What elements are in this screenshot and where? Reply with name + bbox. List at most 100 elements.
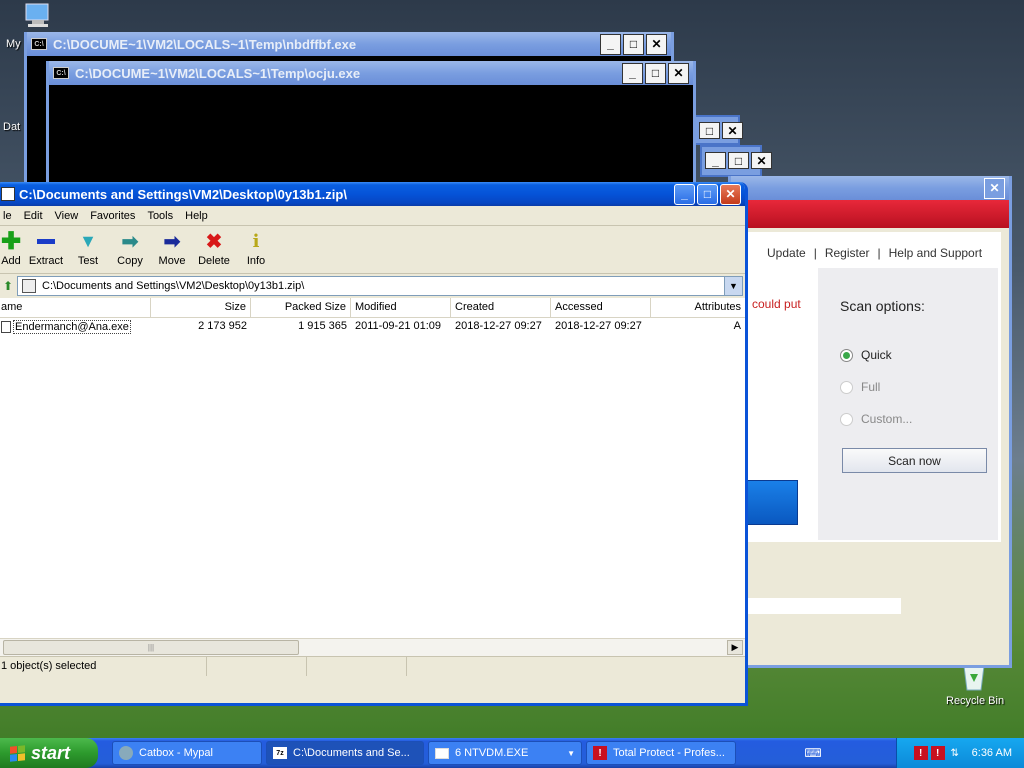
scrollbar-thumb[interactable]: ||| <box>3 640 299 655</box>
help-support-link[interactable]: Help and Support <box>889 246 982 260</box>
col-size[interactable]: Size <box>151 298 251 317</box>
file-icon <box>1 321 11 333</box>
cmd-window-titlebar[interactable]: C:\ C:\DOCUME~1\VM2\LOCALS~1\Temp\ocju.e… <box>49 61 693 85</box>
window-title: C:\DOCUME~1\VM2\LOCALS~1\Temp\nbdffbf.ex… <box>53 36 357 52</box>
cell-modified: 2011-09-21 01:09 <box>355 320 442 332</box>
windows-logo-icon <box>10 744 25 762</box>
av-links: Update | Register | Help and Support <box>767 246 983 260</box>
menu-tools[interactable]: Tools <box>141 210 179 222</box>
register-link[interactable]: Register <box>825 246 870 260</box>
close-icon[interactable]: ✕ <box>668 62 689 84</box>
horizontal-scrollbar[interactable]: ||| ▶ <box>0 638 745 656</box>
extract-button[interactable]: Extract <box>25 230 67 267</box>
dropdown-arrow-icon[interactable]: ▼ <box>724 277 742 295</box>
cmd-window-ocju[interactable]: C:\ C:\DOCUME~1\VM2\LOCALS~1\Temp\ocju.e… <box>46 61 696 191</box>
tray-av-icon-2[interactable]: ! <box>930 746 945 760</box>
task-ntvdm[interactable]: 6 NTVDM.EXE ▼ <box>428 741 582 765</box>
plus-icon: ✚ <box>0 227 22 255</box>
minimize-icon[interactable]: _ <box>674 183 695 205</box>
minimize-icon[interactable]: _ <box>705 152 726 169</box>
tray-network-icon[interactable]: ⇅ <box>948 746 962 760</box>
info-icon: i <box>252 230 260 252</box>
col-created[interactable]: Created <box>451 298 551 317</box>
my-computer-icon[interactable] <box>22 2 54 30</box>
tool-label: Extract <box>28 255 64 267</box>
close-icon[interactable]: ✕ <box>984 177 1005 199</box>
av-app-icon: ! <box>593 746 607 760</box>
cmd-window-titlebar[interactable]: C:\ C:\DOCUME~1\VM2\LOCALS~1\Temp\nbdffb… <box>27 32 671 56</box>
menu-view[interactable]: View <box>49 210 85 222</box>
zip-window[interactable]: C:\Documents and Settings\VM2\Desktop\0y… <box>0 182 748 706</box>
table-row[interactable]: Endermanch@Ana.exe 2 173 952 1 915 365 2… <box>0 318 745 336</box>
task-label: Catbox - Mypal <box>139 747 213 759</box>
window-title: C:\Documents and Settings\VM2\Desktop\0y… <box>19 186 347 202</box>
zip-titlebar[interactable]: C:\Documents and Settings\VM2\Desktop\0y… <box>0 182 745 206</box>
close-icon[interactable]: ✕ <box>722 122 743 139</box>
info-button[interactable]: i Info <box>235 230 277 268</box>
maximize-icon[interactable]: □ <box>645 62 666 84</box>
maximize-icon[interactable]: □ <box>623 33 644 55</box>
maximize-icon[interactable]: □ <box>697 183 718 205</box>
keyboard-icon[interactable]: ⌨ <box>803 746 823 760</box>
menu-favorites[interactable]: Favorites <box>84 210 141 222</box>
copy-arrow-icon: ➡ <box>121 230 139 253</box>
minimize-icon[interactable]: _ <box>622 62 643 84</box>
minus-icon <box>37 230 55 252</box>
maximize-icon[interactable]: □ <box>728 152 749 169</box>
total-protect-window[interactable]: ✕ Update | Register | Help and Support c… <box>728 176 1012 668</box>
status-cell <box>307 657 407 676</box>
radio-label: Custom... <box>861 412 913 426</box>
av-red-banner <box>731 200 1009 228</box>
av-titlebar[interactable]: ✕ <box>731 176 1009 200</box>
radio-selected-icon <box>840 348 853 362</box>
radio-icon <box>840 412 853 426</box>
av-content: Update | Register | Help and Support cou… <box>731 232 1001 542</box>
update-link[interactable]: Update <box>767 246 806 260</box>
col-accessed[interactable]: Accessed <box>551 298 651 317</box>
zip-app-icon: 7z <box>273 747 287 759</box>
scroll-right-icon[interactable]: ▶ <box>727 640 743 655</box>
radio-label: Quick <box>861 348 892 362</box>
tool-label: Add <box>1 255 21 267</box>
close-icon[interactable]: ✕ <box>646 33 667 55</box>
menu-edit[interactable]: Edit <box>18 210 49 222</box>
task-catbox[interactable]: Catbox - Mypal <box>112 741 262 765</box>
tool-label: Info <box>246 255 266 267</box>
window-icon <box>435 747 449 759</box>
up-folder-icon[interactable]: ⬆ <box>0 277 17 295</box>
menu-file[interactable]: le <box>0 210 18 222</box>
task-zip[interactable]: 7z C:\Documents and Se... <box>266 741 424 765</box>
close-icon[interactable]: ✕ <box>720 183 741 205</box>
delete-button[interactable]: ✖ Delete <box>193 230 235 268</box>
av-progress-bar <box>731 598 901 614</box>
scan-now-button[interactable]: Scan now <box>842 448 987 473</box>
tool-label: Copy <box>117 255 143 267</box>
address-field[interactable]: C:\Documents and Settings\VM2\Desktop\0y… <box>17 276 743 296</box>
tray-av-icon[interactable]: ! <box>913 746 928 760</box>
radio-quick[interactable]: Quick <box>840 348 892 362</box>
start-button[interactable]: start <box>0 738 98 768</box>
copy-button[interactable]: ➡ Copy <box>109 230 151 268</box>
zip-folder-icon <box>22 279 36 293</box>
window-title: C:\DOCUME~1\VM2\LOCALS~1\Temp\ocju.exe <box>75 65 361 81</box>
col-packed-size[interactable]: Packed Size <box>251 298 351 317</box>
menu-help[interactable]: Help <box>179 210 214 222</box>
radio-full[interactable]: Full <box>840 380 880 394</box>
col-attributes[interactable]: Attributes <box>651 298 745 317</box>
tool-label: Move <box>158 255 186 267</box>
col-modified[interactable]: Modified <box>351 298 451 317</box>
background-window-controls: □ ✕ <box>697 122 743 139</box>
task-total-protect[interactable]: ! Total Protect - Profes... <box>586 741 736 765</box>
col-name[interactable]: ame <box>0 298 151 317</box>
test-button[interactable]: ▼ Test <box>67 230 109 268</box>
minimize-icon[interactable]: _ <box>600 33 621 55</box>
close-icon[interactable]: ✕ <box>751 152 772 169</box>
radio-custom[interactable]: Custom... <box>840 412 912 426</box>
add-button[interactable]: ✚ Add <box>0 227 25 268</box>
cmd-icon: C:\ <box>53 67 69 79</box>
task-label: Total Protect - Profes... <box>613 747 725 759</box>
maximize-icon[interactable]: □ <box>699 122 720 139</box>
move-button[interactable]: ➡ Move <box>151 230 193 268</box>
address-text: C:\Documents and Settings\VM2\Desktop\0y… <box>42 280 305 292</box>
clock[interactable]: 6:36 AM <box>972 747 1012 759</box>
